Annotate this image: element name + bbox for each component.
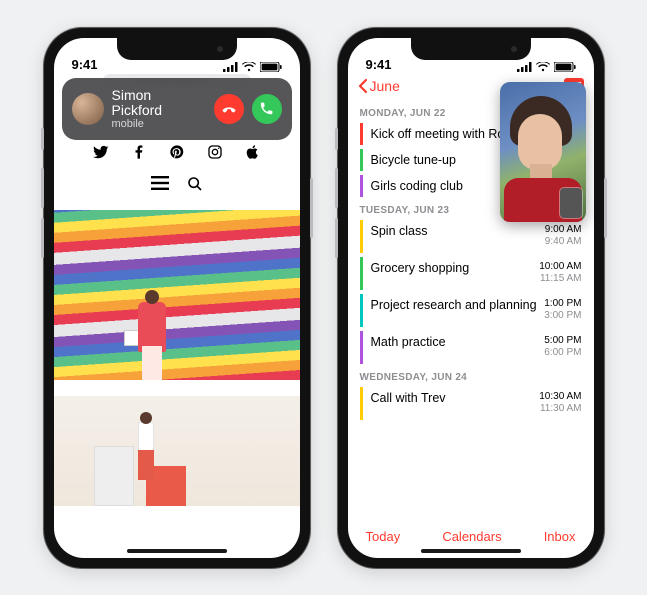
phone-icon (259, 101, 274, 116)
side-button (335, 218, 338, 258)
signal-icon (223, 62, 238, 72)
status-icons (517, 62, 576, 72)
apple-icon[interactable] (245, 144, 261, 160)
screen: 9:41 A ···thatinymagazine ··· Simon Pick… (54, 38, 300, 558)
event-title: Grocery shopping (371, 261, 540, 275)
search-icon[interactable] (187, 176, 203, 192)
phone-down-icon (221, 101, 237, 117)
wifi-icon (242, 62, 256, 72)
back-button[interactable]: June (358, 78, 400, 94)
accept-call-button[interactable] (252, 94, 282, 124)
side-button (310, 178, 313, 238)
facetime-self-view (560, 188, 582, 218)
calendar-event[interactable]: Math practice5:00 PM6:00 PM (360, 331, 582, 364)
facetime-pip[interactable] (500, 82, 586, 222)
home-indicator[interactable] (127, 549, 227, 553)
side-button (41, 218, 44, 258)
menu-icon[interactable] (151, 176, 169, 190)
day-label: WEDNESDAY, JUN 24 (360, 372, 582, 383)
status-time: 9:41 (72, 57, 98, 72)
phone-right: 9:41 June MONDAY, JUN 22Kick off meeting… (338, 28, 604, 568)
calendar-event[interactable]: Project research and planning1:00 PM3:00… (360, 294, 582, 327)
side-button (335, 168, 338, 208)
side-button (604, 178, 607, 238)
phone-left: 9:41 A ···thatinymagazine ··· Simon Pick… (44, 28, 310, 568)
today-button[interactable]: Today (366, 529, 401, 544)
caller-info: Simon Pickford mobile (112, 88, 206, 131)
calendars-button[interactable]: Calendars (442, 529, 501, 544)
calendar-event[interactable]: Spin class9:00 AM9:40 AM (360, 220, 582, 253)
side-button (41, 128, 44, 150)
notch (411, 38, 531, 60)
battery-icon (260, 62, 282, 72)
hero-image-blocks (54, 396, 300, 506)
side-button (335, 128, 338, 150)
hero-image-stripes (54, 210, 300, 380)
menu-row (54, 176, 300, 192)
calendar-toolbar: Today Calendars Inbox (348, 529, 594, 544)
signal-icon (517, 62, 532, 72)
status-time: 9:41 (366, 57, 392, 72)
status-icons (223, 62, 282, 72)
calendar-event[interactable]: Grocery shopping10:00 AM11:15 AM (360, 257, 582, 290)
instagram-icon[interactable] (207, 144, 223, 160)
inbox-button[interactable]: Inbox (544, 529, 576, 544)
twitter-icon[interactable] (93, 144, 109, 160)
caller-avatar (72, 93, 104, 125)
social-row (54, 144, 300, 160)
event-title: Call with Trev (371, 391, 540, 405)
event-times: 9:00 AM9:40 AM (545, 224, 582, 249)
event-times: 10:00 AM11:15 AM (539, 261, 581, 286)
incoming-call-banner[interactable]: Simon Pickford mobile (62, 78, 292, 141)
wifi-icon (536, 62, 550, 72)
event-times: 10:30 AM11:30 AM (539, 391, 581, 416)
chevron-left-icon (358, 78, 368, 94)
battery-icon (554, 62, 576, 72)
caller-sub: mobile (112, 118, 206, 130)
event-title: Project research and planning (371, 298, 545, 312)
event-times: 5:00 PM6:00 PM (544, 335, 581, 360)
pinterest-icon[interactable] (169, 144, 185, 160)
person-graphic (132, 290, 172, 380)
event-title: Spin class (371, 224, 545, 238)
event-title: Math practice (371, 335, 545, 349)
notch (117, 38, 237, 60)
home-indicator[interactable] (421, 549, 521, 553)
calendar-event[interactable]: Call with Trev10:30 AM11:30 AM (360, 387, 582, 420)
back-label: June (370, 78, 400, 94)
webpage[interactable] (54, 94, 300, 558)
decline-call-button[interactable] (214, 94, 244, 124)
event-times: 1:00 PM3:00 PM (544, 298, 581, 323)
screen: 9:41 June MONDAY, JUN 22Kick off meeting… (348, 38, 594, 558)
side-button (41, 168, 44, 208)
facebook-icon[interactable] (131, 144, 147, 160)
caller-name: Simon Pickford (112, 88, 206, 119)
